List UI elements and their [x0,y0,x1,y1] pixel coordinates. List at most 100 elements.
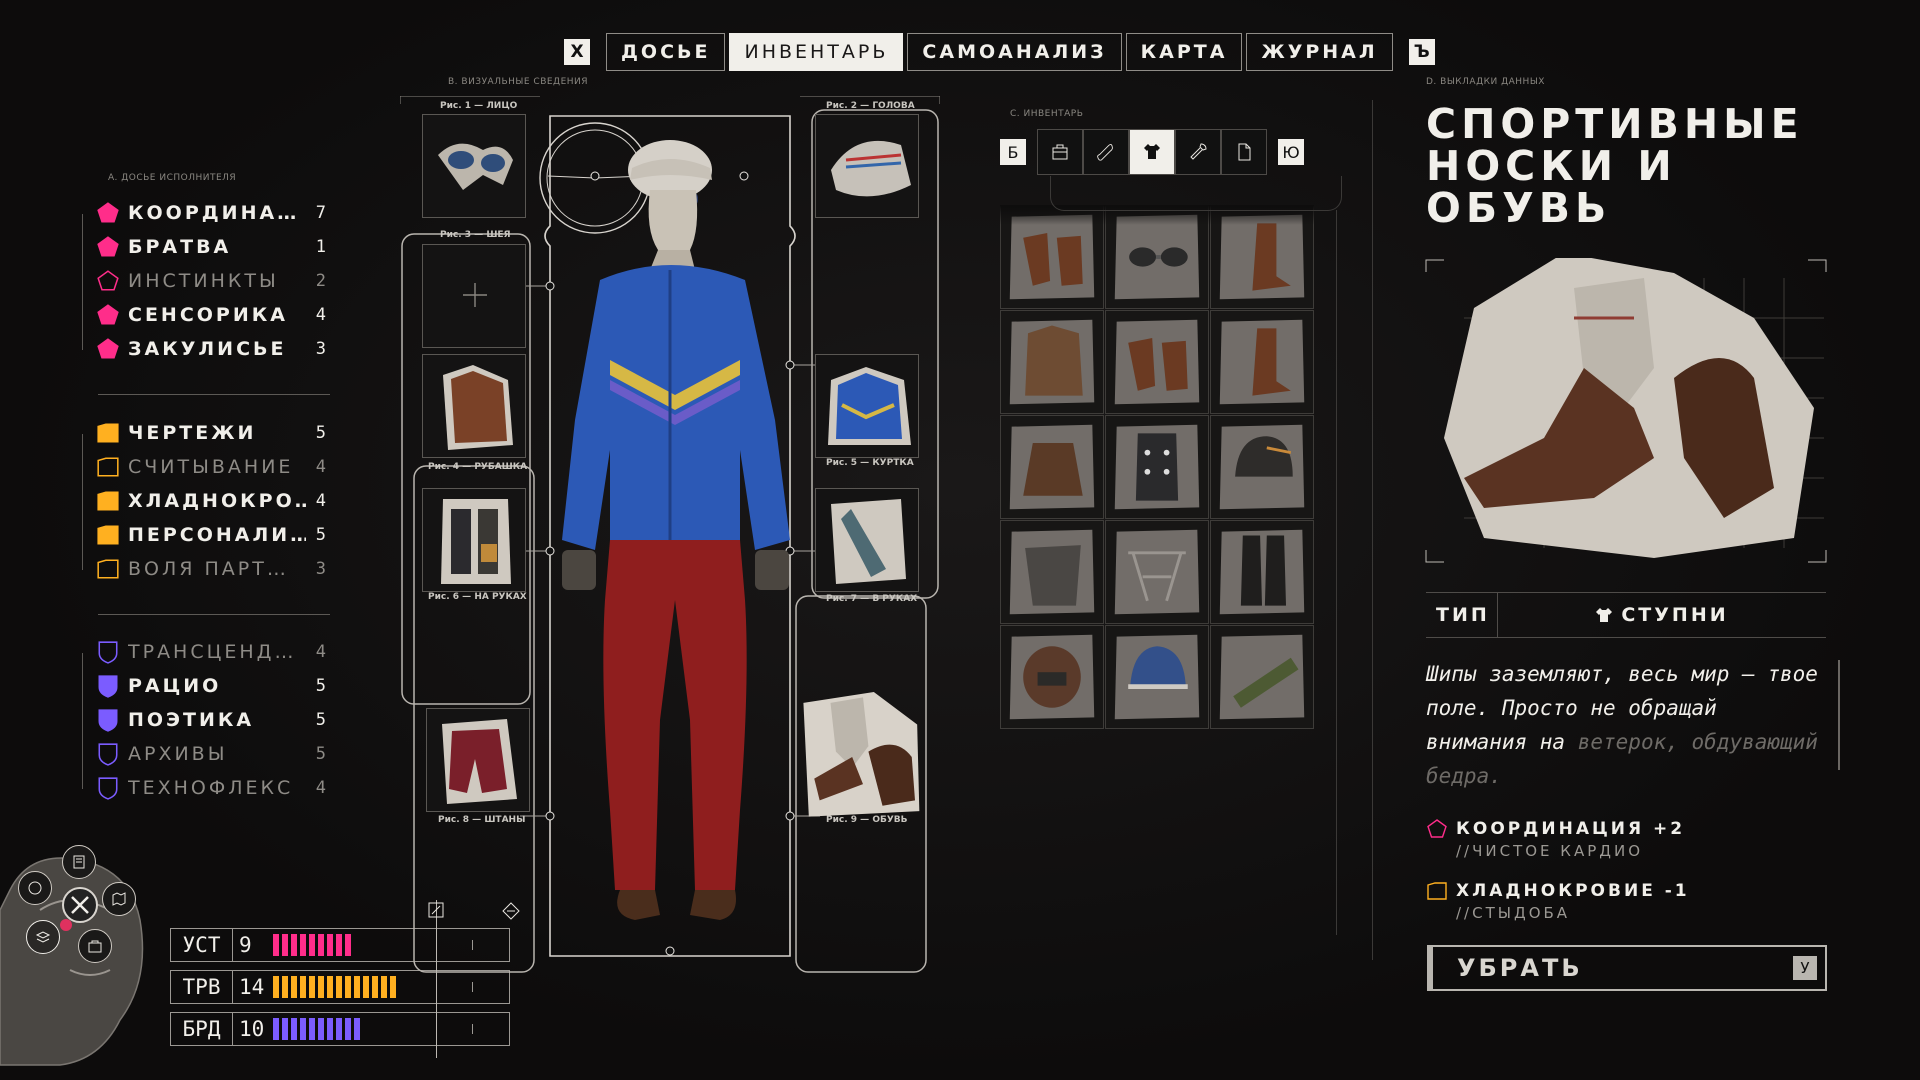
tab-4[interactable]: ЖУРНАЛ [1246,33,1393,71]
folder-icon [96,455,120,479]
item-modifier: ХЛАДНОКРОВИЕ -1 //СТЫДОБА [1426,880,1826,922]
inventory-filter-bar: Б Ю [1000,128,1315,176]
inventory-slot[interactable] [1000,310,1104,414]
inventory-filters [1037,129,1267,175]
inventory-next-key[interactable]: Ю [1278,139,1304,165]
stat-label: ЗАКУЛИСЬЕ [128,338,287,360]
stat-row[interactable]: ХЛАДНОКРО… 4 [96,486,326,516]
stat-row[interactable]: АРХИВЫ 5 [96,739,326,769]
bar-tick [291,934,297,956]
equipment-slot-6[interactable] [422,488,526,592]
radial-layers-icon[interactable] [26,920,60,954]
stat-row[interactable]: ТРАНСЦЕНД… 4 [96,637,326,667]
bar-tick [282,1018,288,1040]
bar-tick [345,976,351,998]
spiked-glove-item-icon [1114,424,1200,510]
inventory-filter-pill[interactable] [1083,129,1129,175]
inventory-slot[interactable] [1210,625,1314,729]
stat-row[interactable]: ВОЛЯ ПАРТ… 3 [96,554,326,584]
bar-ticks [273,1018,360,1040]
stat-value: 4 [315,457,326,477]
bar-tick [309,976,315,998]
stat-row[interactable]: КООРДИНА… 7 [96,198,326,228]
tab-1[interactable]: ИНВЕНТАРЬ [729,33,904,71]
inventory-slot[interactable] [1210,415,1314,519]
stat-label: АРХИВЫ [128,743,228,765]
stat-row[interactable]: РАЦИО 5 [96,671,326,701]
bar-tick [318,1018,324,1040]
tab-3[interactable]: КАРТА [1125,33,1243,71]
stat-row[interactable]: ПОЭТИКА 5 [96,705,326,735]
stat-value: 4 [315,778,326,798]
equipment-slot-4[interactable] [422,354,526,458]
inventory-slot[interactable] [1210,520,1314,624]
item-type-row: ТИП СТУПНИ [1426,592,1826,638]
next-tab-key[interactable]: Ъ [1408,39,1435,65]
equipment-slot-9[interactable] [798,692,928,822]
tab-0[interactable]: ДОСЬЕ [606,33,726,71]
inventory-slot[interactable] [1000,625,1104,729]
radial-map-icon[interactable] [102,882,136,916]
inventory-filter-bag[interactable] [1037,129,1083,175]
folder-icon [96,489,120,513]
radial-inventory-icon[interactable] [78,929,112,963]
section-title-inventory: C. ИНВЕНТАРЬ [1010,109,1084,119]
boots-item-icon [1114,319,1200,405]
inventory-slot[interactable] [1105,520,1209,624]
bar-tick [318,934,324,956]
inventory-slot[interactable] [1210,310,1314,414]
inventory-filter-wrench[interactable] [1175,129,1221,175]
tab-2[interactable]: САМОАНАЛИЗ [907,33,1122,71]
equipment-slot-2[interactable] [815,114,919,218]
inventory-slot[interactable] [1000,520,1104,624]
stat-value: 3 [315,339,326,359]
equipment-slot-1[interactable] [422,114,526,218]
inventory-slot[interactable] [1105,625,1209,729]
bar-tick [381,976,387,998]
inventory-filter-shirt[interactable] [1129,129,1175,175]
description-scrollbar[interactable] [1838,660,1840,770]
bar-tick [363,976,369,998]
stat-value: 4 [315,642,326,662]
equipment-slot-8[interactable] [426,708,530,812]
inventory-slot[interactable] [1000,415,1104,519]
stat-value: 7 [315,203,326,223]
inventory-prev-key[interactable]: Б [1000,139,1026,165]
radial-brain-icon[interactable] [18,871,52,905]
stat-row[interactable]: ЗАКУЛИСЬЕ 3 [96,334,326,364]
equipment-slot-7[interactable] [815,488,919,592]
bar-tick [390,976,396,998]
modifier-text: КООРДИНАЦИЯ +2 [1456,819,1686,839]
stat-row[interactable]: ПЕРСОНАЛИ… 5 [96,520,326,550]
equipment-slot-5[interactable] [815,354,919,458]
prev-tab-key[interactable]: Х [564,39,590,65]
bar-tick [282,934,288,956]
remove-item-button[interactable]: УБРАТЬ У [1427,945,1827,991]
shield-icon [96,674,120,698]
shield-icon [96,742,120,766]
bar-tick [300,976,306,998]
pentagon-icon [96,337,120,361]
empty-item-icon [463,283,487,307]
inventory-slot[interactable] [1105,415,1209,519]
stat-row[interactable]: БРАТВА 1 [96,232,326,262]
slot-caption: Рис. 2 — ГОЛОВА [826,101,915,111]
section-title-visual: B. ВИЗУАЛЬНЫЕ СВЕДЕНИЯ [448,77,589,87]
inventory-slot[interactable] [1105,310,1209,414]
boot-item-icon [1219,319,1305,405]
radial-dossier-icon[interactable] [62,845,96,879]
inventory-filter-paper[interactable] [1221,129,1267,175]
stat-row[interactable]: СЧИТЫВАНИЕ 4 [96,452,326,482]
stat-value: 2 [315,271,326,291]
stat-value: 1 [315,237,326,257]
stat-row[interactable]: ЧЕРТЕЖИ 5 [96,418,326,448]
stat-label: ПОЭТИКА [128,709,255,731]
bar-tick [291,1018,297,1040]
stat-row[interactable]: СЕНСОРИКА 4 [96,300,326,330]
bar-tick [300,1018,306,1040]
stat-row[interactable]: ТЕХНОФЛЕКС 4 [96,773,326,803]
stat-row[interactable]: ИНСТИНКТЫ 2 [96,266,326,296]
stat-label: КООРДИНА… [128,202,300,224]
equipment-slot-3[interactable] [422,244,526,348]
stat-label: ИНСТИНКТЫ [128,270,279,292]
